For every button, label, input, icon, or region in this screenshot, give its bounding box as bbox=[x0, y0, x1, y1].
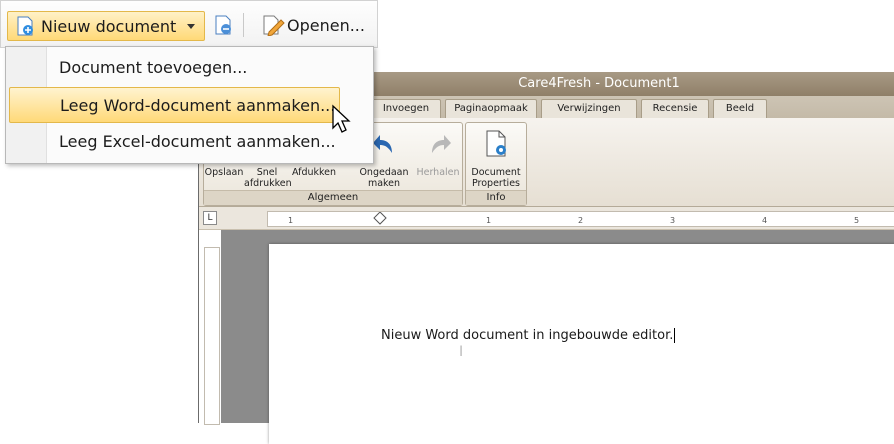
document-text[interactable]: Nieuw Word document in ingebouwde editor… bbox=[381, 328, 676, 343]
group-label-algemeen: Algemeen bbox=[204, 190, 462, 205]
tab-beeld[interactable]: Beeld bbox=[713, 99, 767, 118]
horizontal-ruler[interactable]: 1 1 2 3 4 5 bbox=[267, 211, 894, 227]
vertical-ruler[interactable] bbox=[204, 247, 220, 425]
new-document-icon bbox=[17, 16, 33, 36]
document-toolbar: Nieuw document Openen... bbox=[0, 0, 378, 48]
save-button[interactable]: Opslaan bbox=[204, 167, 244, 178]
ruler-number: 3 bbox=[670, 216, 675, 225]
tab-invoegen[interactable]: Invoegen bbox=[371, 99, 441, 118]
menu-item-label: Document toevoegen... bbox=[59, 58, 248, 77]
open-label: Openen... bbox=[287, 16, 365, 35]
quick-print-button[interactable]: Snel afdrukken bbox=[244, 167, 292, 189]
open-button[interactable]: Openen... bbox=[251, 11, 373, 39]
ruler-number: 5 bbox=[854, 216, 859, 225]
menu-item-label: Leeg Word-document aanmaken... bbox=[60, 96, 336, 115]
remove-document-icon[interactable] bbox=[213, 15, 235, 35]
undo-icon bbox=[373, 135, 392, 153]
ruler-number: 1 bbox=[288, 216, 293, 225]
menu-item-label: Leeg Excel-document aanmaken... bbox=[59, 132, 336, 151]
open-document-icon bbox=[263, 15, 285, 36]
group-info: Document Properties Info bbox=[465, 122, 527, 206]
document-properties-icon bbox=[486, 130, 506, 157]
document-page[interactable]: Nieuw Word document in ingebouwde editor… bbox=[269, 244, 894, 444]
menu-item-new-excel-document[interactable]: Leeg Excel-document aanmaken... bbox=[9, 124, 370, 158]
redo-button[interactable]: Herhalen bbox=[414, 167, 462, 178]
tab-stop-selector[interactable]: L bbox=[203, 211, 217, 225]
document-properties-button[interactable]: Document Properties bbox=[468, 167, 524, 189]
text-caret bbox=[674, 328, 676, 343]
menu-item-add-document[interactable]: Document toevoegen... bbox=[9, 50, 370, 84]
ruler-number: 1 bbox=[486, 216, 491, 225]
new-document-menu: Document toevoegen... Leeg Word-document… bbox=[5, 46, 374, 164]
print-button[interactable]: Afdukken bbox=[290, 167, 338, 178]
chevron-down-icon bbox=[187, 24, 195, 29]
indent-marker bbox=[373, 212, 387, 225]
new-document-label: Nieuw document bbox=[41, 17, 177, 36]
document-workspace: Nieuw Word document in ingebouwde editor… bbox=[221, 230, 894, 444]
group-label-info: Info bbox=[466, 190, 526, 205]
ruler-number: 2 bbox=[578, 216, 583, 225]
toolbar-divider bbox=[243, 13, 244, 37]
undo-button[interactable]: Ongedaan maken bbox=[356, 167, 412, 189]
ibeam-cursor-icon: I bbox=[459, 344, 464, 360]
menu-item-new-word-document[interactable]: Leeg Word-document aanmaken... bbox=[9, 87, 340, 123]
mouse-cursor-icon bbox=[332, 104, 351, 133]
redo-icon bbox=[432, 135, 451, 153]
document-text-content: Nieuw Word document in ingebouwde editor… bbox=[381, 328, 674, 343]
window-title: Care4Fresh - Document1 bbox=[518, 76, 680, 91]
ruler-number: 4 bbox=[762, 216, 767, 225]
tab-paginaopmaak[interactable]: Paginaopmaak bbox=[445, 99, 537, 118]
new-document-button[interactable]: Nieuw document bbox=[7, 11, 205, 41]
ruler-row: L 1 1 2 3 4 5 bbox=[199, 207, 894, 230]
tab-verwijzingen[interactable]: Verwijzingen bbox=[541, 99, 637, 118]
tab-recensie[interactable]: Recensie bbox=[641, 99, 709, 118]
